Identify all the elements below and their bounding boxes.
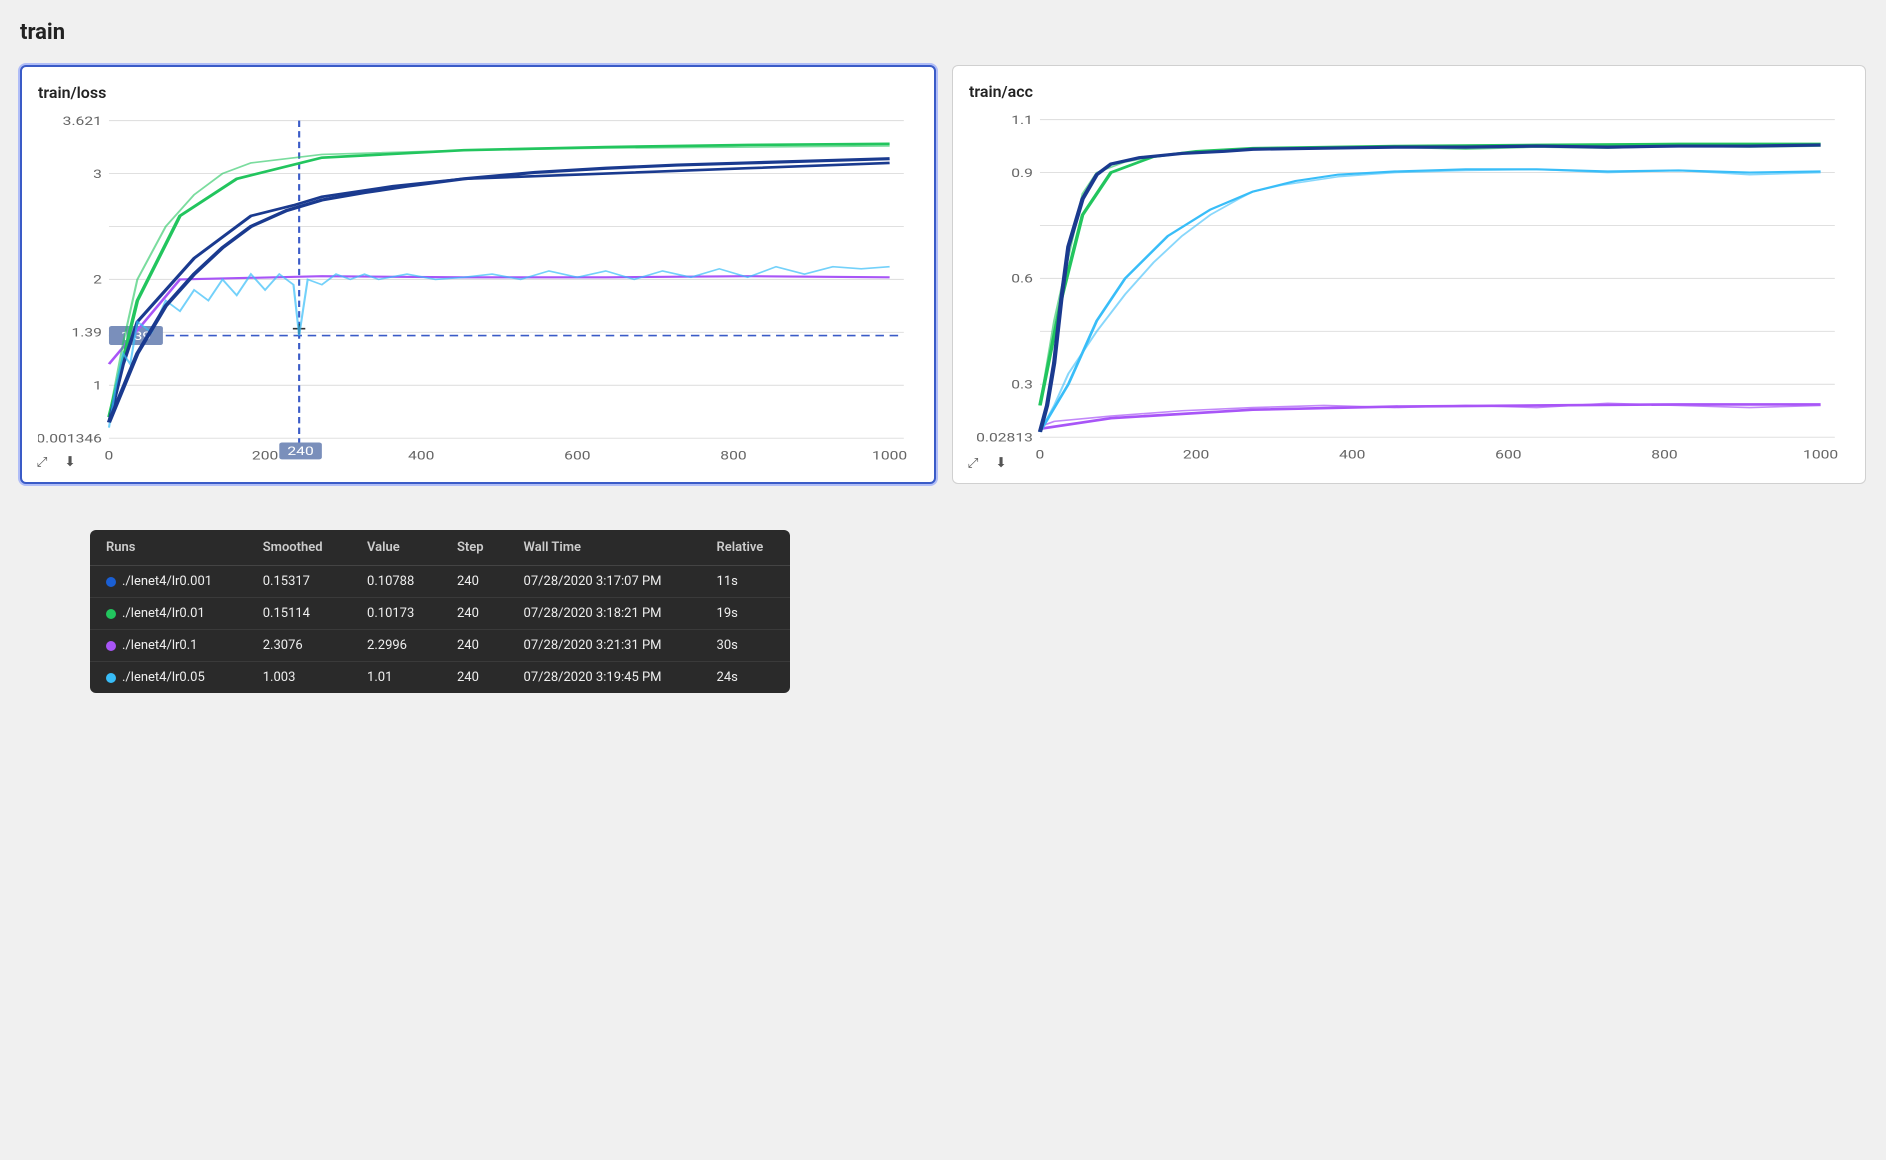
tooltip-value: 1.01 <box>351 662 441 694</box>
tooltip-run: ./lenet4/lr0.05 <box>90 662 247 694</box>
acc-chart-actions: ⤢ ⬇ <box>961 451 1013 475</box>
svg-text:0.02813: 0.02813 <box>976 431 1033 445</box>
col-runs: Runs <box>90 530 247 566</box>
tooltip-table: Runs Smoothed Value Step Wall Time Relat… <box>90 530 790 693</box>
col-smoothed: Smoothed <box>247 530 351 566</box>
tooltip-walltime: 07/28/2020 3:21:31 PM <box>508 630 701 662</box>
svg-text:0.3: 0.3 <box>1011 378 1033 392</box>
loss-chart-actions: ⤢ ⬇ <box>30 450 82 474</box>
svg-text:1.1: 1.1 <box>1011 114 1033 128</box>
tooltip-step: 240 <box>441 630 508 662</box>
svg-text:0.001346: 0.001346 <box>38 432 102 446</box>
tooltip-row: ./lenet4/lr0.05 1.003 1.01 240 07/28/202… <box>90 662 790 694</box>
svg-text:3.621: 3.621 <box>63 115 102 129</box>
loss-chart-container: 3.621 3 2 1.39 1 0.001346 0 200 400 600 … <box>38 110 918 470</box>
tooltip-smoothed: 0.15317 <box>247 566 351 598</box>
tooltip-smoothed: 1.003 <box>247 662 351 694</box>
svg-text:2: 2 <box>93 273 102 287</box>
tooltip-step: 240 <box>441 566 508 598</box>
svg-text:1.39: 1.39 <box>71 326 101 340</box>
acc-chart-container: 1.1 0.9 0.6 0.3 0.02813 0 200 400 600 80… <box>969 109 1849 469</box>
tooltip-run: ./lenet4/lr0.1 <box>90 630 247 662</box>
tooltip-value: 0.10788 <box>351 566 441 598</box>
svg-text:240: 240 <box>287 445 313 459</box>
tooltip-step: 240 <box>441 598 508 630</box>
svg-text:600: 600 <box>564 449 590 463</box>
loss-chart-svg: 3.621 3 2 1.39 1 0.001346 0 200 400 600 … <box>38 110 918 470</box>
tooltip-walltime: 07/28/2020 3:19:45 PM <box>508 662 701 694</box>
tooltip-row: ./lenet4/lr0.1 2.3076 2.2996 240 07/28/2… <box>90 630 790 662</box>
acc-chart-title: train/acc <box>969 82 1849 101</box>
tooltip-run: ./lenet4/lr0.01 <box>90 598 247 630</box>
tooltip-run: ./lenet4/lr0.001 <box>90 566 247 598</box>
tooltip-value: 2.2996 <box>351 630 441 662</box>
tooltip-relative: 24s <box>701 662 790 694</box>
tooltip-relative: 19s <box>701 598 790 630</box>
loss-chart-title: train/loss <box>38 83 918 102</box>
svg-text:0: 0 <box>105 449 114 463</box>
svg-text:200: 200 <box>1183 448 1209 462</box>
tooltip-row: ./lenet4/lr0.001 0.15317 0.10788 240 07/… <box>90 566 790 598</box>
tooltip-smoothed: 2.3076 <box>247 630 351 662</box>
tooltip-relative: 11s <box>701 566 790 598</box>
svg-text:0: 0 <box>1036 448 1045 462</box>
acc-download-button[interactable]: ⬇ <box>989 451 1013 475</box>
tooltip-smoothed: 0.15114 <box>247 598 351 630</box>
acc-expand-button[interactable]: ⤢ <box>961 451 985 475</box>
svg-text:1: 1 <box>93 379 102 393</box>
svg-text:0.9: 0.9 <box>1011 167 1033 181</box>
svg-text:600: 600 <box>1495 448 1521 462</box>
svg-text:0.6: 0.6 <box>1011 272 1033 286</box>
col-step: Step <box>441 530 508 566</box>
col-relative: Relative <box>701 530 790 566</box>
tooltip-step: 240 <box>441 662 508 694</box>
svg-text:800: 800 <box>720 449 746 463</box>
col-value: Value <box>351 530 441 566</box>
acc-chart-card: train/acc 1.1 0.9 0.6 0.3 0.02813 0 200 <box>952 65 1866 484</box>
tooltip-value: 0.10173 <box>351 598 441 630</box>
tooltip-relative: 30s <box>701 630 790 662</box>
page-title: train <box>20 20 1866 45</box>
tooltip-walltime: 07/28/2020 3:17:07 PM <box>508 566 701 598</box>
svg-text:1000: 1000 <box>1803 448 1838 462</box>
svg-text:800: 800 <box>1651 448 1677 462</box>
tooltip-row: ./lenet4/lr0.01 0.15114 0.10173 240 07/2… <box>90 598 790 630</box>
col-walltime: Wall Time <box>508 530 701 566</box>
acc-chart-svg: 1.1 0.9 0.6 0.3 0.02813 0 200 400 600 80… <box>969 109 1849 469</box>
svg-text:400: 400 <box>408 449 434 463</box>
loss-expand-button[interactable]: ⤢ <box>30 450 54 474</box>
charts-row: train/loss 3.621 3 2 1.39 1 0.001346 0 <box>20 65 1866 484</box>
svg-text:3: 3 <box>93 168 102 182</box>
svg-text:400: 400 <box>1339 448 1365 462</box>
svg-text:200: 200 <box>252 449 278 463</box>
svg-text:1000: 1000 <box>872 449 907 463</box>
loss-download-button[interactable]: ⬇ <box>58 450 82 474</box>
loss-chart-card: train/loss 3.621 3 2 1.39 1 0.001346 0 <box>20 65 936 484</box>
tooltip-walltime: 07/28/2020 3:18:21 PM <box>508 598 701 630</box>
